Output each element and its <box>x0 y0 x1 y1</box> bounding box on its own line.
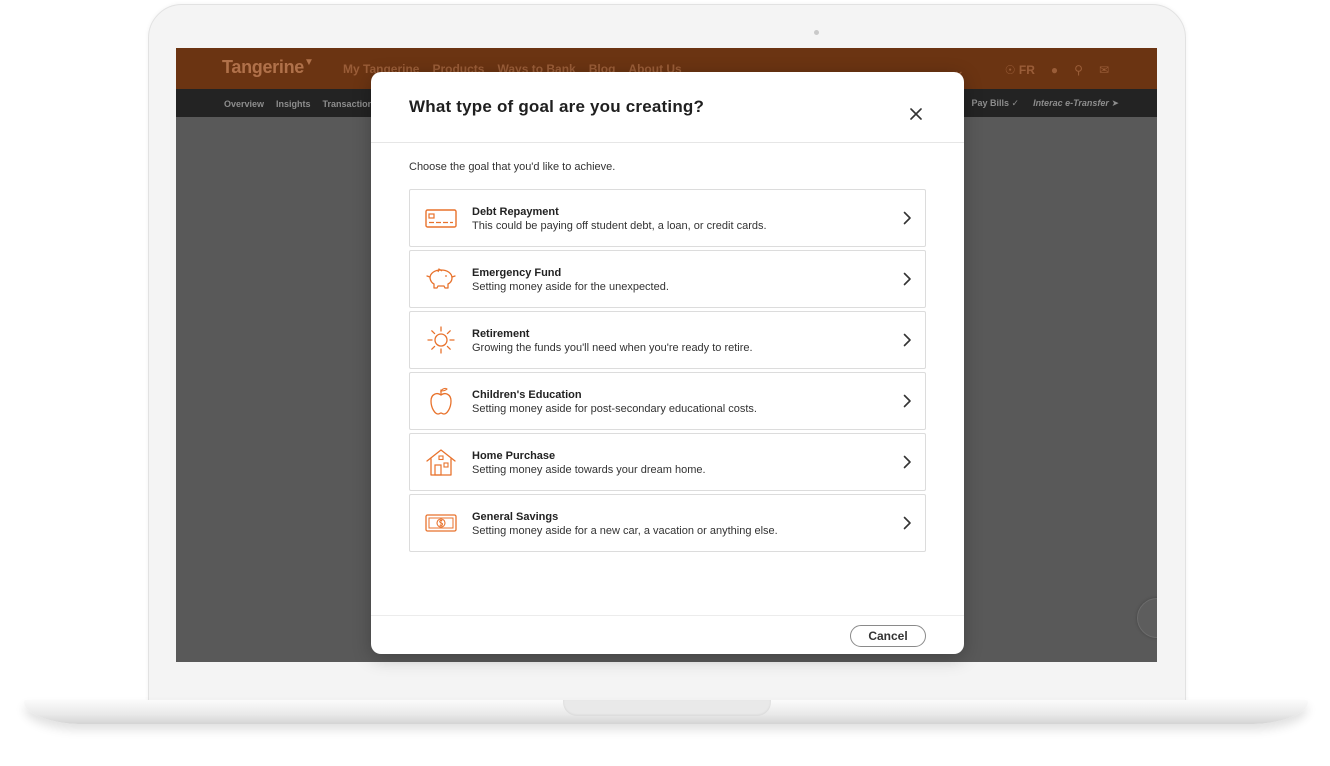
credit-card-icon <box>425 209 457 228</box>
globe-icon: ☉ <box>1004 63 1016 77</box>
chevron-right-icon <box>903 211 911 225</box>
brand-name: Tangerine <box>222 57 304 77</box>
goal-name: Retirement <box>472 328 530 340</box>
goal-name: Home Purchase <box>472 450 556 462</box>
subnav-pay-bills[interactable]: Pay Bills ✓ <box>971 98 1019 109</box>
close-icon <box>910 108 922 120</box>
sun-icon <box>427 326 455 354</box>
language-toggle[interactable]: ☉ FR <box>1005 63 1035 77</box>
goal-option-debt-repayment[interactable]: Debt Repayment This could be paying off … <box>409 189 926 247</box>
dollar-bill-icon <box>425 514 457 532</box>
chevron-right-icon <box>903 516 911 530</box>
goal-option-childrens-education[interactable]: Children's Education Setting money aside… <box>409 372 926 430</box>
brand-logo[interactable]: Tangerine▼ <box>222 57 314 78</box>
laptop-base-notch <box>563 700 771 716</box>
checkmark-icon: ✓ <box>1011 98 1020 108</box>
goal-list: Debt Repayment This could be paying off … <box>409 189 926 555</box>
subnav-transactions[interactable]: Transactions <box>323 99 379 109</box>
chevron-right-icon <box>903 394 911 408</box>
goal-name: General Savings <box>472 511 559 523</box>
goal-description: Growing the funds you'll need when you'r… <box>472 342 753 354</box>
dialog-header: What type of goal are you creating? <box>371 72 964 143</box>
chevron-right-icon <box>903 272 911 286</box>
goal-option-retirement[interactable]: Retirement Growing the funds you'll need… <box>409 311 926 369</box>
chevron-right-icon <box>903 333 911 347</box>
subnav-right-links: Pay Bills ✓ Interac e-Transfer ➤ <box>971 98 1119 109</box>
subnav-left-links: Overview Insights Transactions <box>224 99 378 109</box>
location-pin-icon[interactable]: ● <box>1051 63 1058 77</box>
dialog-title: What type of goal are you creating? <box>409 97 705 116</box>
goal-description: This could be paying off student debt, a… <box>472 220 767 232</box>
goal-option-general-savings[interactable]: General Savings Setting money aside for … <box>409 494 926 552</box>
language-label: FR <box>1018 63 1035 77</box>
subnav-interac-label: Interac e-Transfer <box>1033 98 1109 108</box>
goal-description: Setting money aside for a new car, a vac… <box>472 525 778 537</box>
close-button[interactable] <box>905 103 927 125</box>
subnav-insights[interactable]: Insights <box>276 99 311 109</box>
goal-description: Setting money aside for post-secondary e… <box>472 403 757 415</box>
goal-name: Emergency Fund <box>472 267 562 279</box>
goal-name: Children's Education <box>472 389 582 401</box>
goal-description: Setting money aside for the unexpected. <box>472 281 669 293</box>
brand-logo-mark: ▼ <box>303 57 314 68</box>
piggy-bank-icon <box>426 268 456 289</box>
dialog-footer: Cancel <box>371 615 964 654</box>
subnav-pay-bills-label: Pay Bills <box>971 98 1009 108</box>
top-nav-utilities: ☉ FR ● ⚲ ✉ <box>1005 63 1109 77</box>
subnav-overview[interactable]: Overview <box>224 99 264 109</box>
search-icon[interactable]: ⚲ <box>1074 63 1083 77</box>
apple-icon <box>430 387 452 415</box>
goal-option-home-purchase[interactable]: Home Purchase Setting money aside toward… <box>409 433 926 491</box>
goal-description: Setting money aside towards your dream h… <box>472 464 706 476</box>
cancel-button[interactable]: Cancel <box>850 625 926 647</box>
camera-dot <box>814 30 819 35</box>
dialog-intro-text: Choose the goal that you'd like to achie… <box>409 161 616 173</box>
chevron-right-icon <box>903 455 911 469</box>
goal-type-dialog: What type of goal are you creating? Choo… <box>371 72 964 654</box>
goal-option-emergency-fund[interactable]: Emergency Fund Setting money aside for t… <box>409 250 926 308</box>
paper-plane-icon: ➤ <box>1111 98 1119 108</box>
mail-icon[interactable]: ✉ <box>1099 63 1109 77</box>
subnav-interac-transfer[interactable]: Interac e-Transfer ➤ <box>1033 98 1119 109</box>
goal-name: Debt Repayment <box>472 206 559 218</box>
house-icon <box>426 449 456 476</box>
